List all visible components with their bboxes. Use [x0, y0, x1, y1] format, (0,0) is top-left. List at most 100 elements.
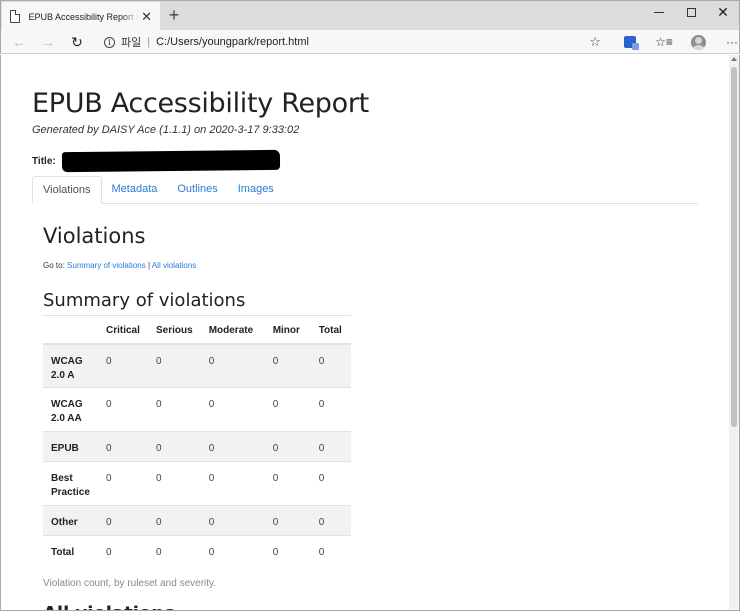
table-cell: 0 [310, 505, 351, 536]
tab-violations[interactable]: Violations [32, 176, 102, 204]
address-bar[interactable]: i 파일 | C:/Users/youngpark/report.html ☆ [97, 32, 609, 52]
address-separator: | [147, 36, 151, 48]
document-icon [10, 10, 20, 23]
violations-heading: Violations [43, 224, 146, 248]
table-cell: 0 [148, 535, 201, 566]
browser-toolbar: ← → ↻ i 파일 | C:/Users/youngpark/report.h… [0, 30, 740, 54]
browser-tab-strip: EPUB Accessibility Report by DAISY Ace ✕… [0, 0, 740, 31]
generated-info: Generated by DAISY Ace (1.1.1) on 2020-3… [32, 124, 300, 136]
scroll-up-icon[interactable] [731, 57, 737, 61]
summary-table: Critical Serious Moderate Minor Total WC… [43, 315, 351, 566]
window-close-button[interactable]: ✕ [707, 1, 739, 23]
table-header-row: Critical Serious Moderate Minor Total [43, 315, 351, 345]
goto-prefix: Go to: [43, 261, 65, 270]
table-cell: 0 [264, 461, 311, 506]
star-icon[interactable]: ☆ [589, 34, 601, 50]
row-label: EPUB [43, 431, 98, 462]
back-icon[interactable]: ← [5, 31, 33, 53]
goto-separator: | [147, 261, 151, 270]
tab-outlines[interactable]: Outlines [167, 176, 227, 204]
maximize-icon [686, 7, 696, 17]
table-caption: Violation count, by ruleset and severity… [43, 577, 217, 589]
table-cell: 0 [264, 431, 311, 462]
publication-title-row: Title: [32, 149, 280, 173]
table-cell: 0 [148, 461, 201, 506]
table-header-cell: Critical [98, 315, 148, 345]
address-scheme-label: 파일 [121, 37, 142, 49]
goto-links: Go to: Summary of violations | All viola… [43, 261, 693, 270]
translate-button[interactable] [613, 32, 647, 52]
table-cell: 0 [264, 535, 311, 566]
scroll-thumb[interactable] [731, 67, 737, 427]
table-cell: 0 [98, 343, 148, 388]
table-cell: 0 [310, 343, 351, 388]
table-header-cell [43, 315, 98, 345]
info-icon[interactable]: i [104, 36, 115, 48]
translate-icon [624, 36, 639, 50]
table-cell: 0 [200, 505, 265, 536]
minimize-icon [654, 11, 664, 13]
row-label: WCAG 2.0 A [43, 343, 98, 388]
table-cell: 0 [310, 535, 351, 566]
table-row: EPUB 0 0 0 0 0 [43, 431, 351, 462]
table-cell: 0 [148, 387, 201, 432]
table-cell: 0 [98, 387, 148, 432]
browser-tab[interactable]: EPUB Accessibility Report by DAISY Ace ✕ [2, 2, 160, 31]
table-cell: 0 [98, 461, 148, 506]
table-cell: 0 [200, 387, 265, 432]
summary-heading: Summary of violations [43, 290, 246, 311]
vertical-scrollbar[interactable] [729, 55, 739, 610]
more-icon: ··· [726, 35, 738, 49]
favorites-icon: ☆≡ [655, 35, 673, 49]
redacted-title [61, 149, 280, 173]
table-cell: 0 [200, 343, 265, 388]
row-label: Other [43, 505, 98, 536]
page-title: EPUB Accessibility Report [32, 88, 369, 119]
table-cell: 0 [264, 505, 311, 536]
table-cell: 0 [310, 431, 351, 462]
favorites-button[interactable]: ☆≡ [647, 32, 681, 52]
window-close-icon: ✕ [717, 3, 729, 20]
toolbar-right-buttons: ☆≡ ··· [613, 32, 740, 52]
refresh-icon[interactable]: ↻ [63, 31, 91, 53]
table-header-cell: Moderate [200, 315, 265, 345]
profile-button[interactable] [681, 32, 715, 52]
table-row: Other 0 0 0 0 0 [43, 505, 351, 536]
goto-all-link[interactable]: All violations [152, 261, 196, 270]
table-cell: 0 [98, 505, 148, 536]
table-cell: 0 [148, 505, 201, 536]
report-tabs: Violations Metadata Outlines Images [32, 176, 698, 204]
tab-metadata[interactable]: Metadata [102, 176, 168, 204]
maximize-button[interactable] [675, 1, 707, 23]
table-header-cell: Serious [148, 315, 201, 345]
avatar-icon [690, 34, 706, 50]
close-icon[interactable]: ✕ [141, 10, 152, 23]
table-cell: 0 [310, 387, 351, 432]
title-label: Title: [32, 155, 56, 167]
window-controls: ✕ [643, 1, 739, 29]
address-url[interactable]: C:/Users/youngpark/report.html [156, 36, 309, 48]
minimize-button[interactable] [643, 1, 675, 23]
table-cell: 0 [200, 431, 265, 462]
table-cell: 0 [148, 431, 201, 462]
tab-images[interactable]: Images [228, 176, 284, 204]
page-viewport: EPUB Accessibility Report Generated by D… [0, 55, 740, 611]
table-cell: 0 [200, 461, 265, 506]
table-cell: 0 [148, 343, 201, 388]
table-header-cell: Minor [264, 315, 311, 345]
table-row: WCAG 2.0 AA 0 0 0 0 0 [43, 387, 351, 432]
more-button[interactable]: ··· [715, 32, 740, 52]
table-cell: 0 [98, 431, 148, 462]
table-row: Total 0 0 0 0 0 [43, 535, 351, 566]
browser-tab-title: EPUB Accessibility Report by DAISY Ace [28, 11, 139, 22]
row-label: Best Practice [43, 461, 98, 506]
row-label: Total [43, 535, 98, 566]
table-cell: 0 [264, 343, 311, 388]
table-cell: 0 [264, 387, 311, 432]
all-violations-heading: All violations [43, 603, 693, 611]
goto-summary-link[interactable]: Summary of violations [67, 261, 146, 270]
forward-icon[interactable]: → [34, 31, 62, 53]
plus-icon[interactable]: + [164, 5, 184, 25]
table-cell: 0 [98, 535, 148, 566]
table-cell: 0 [310, 461, 351, 506]
